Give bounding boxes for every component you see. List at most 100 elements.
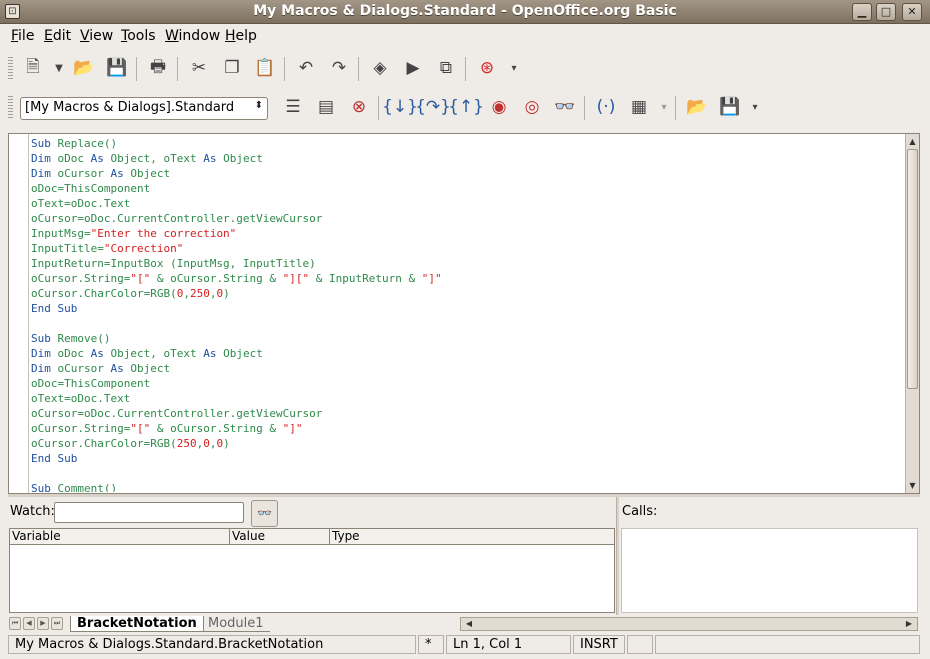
- watch-table-header: Variable Value Type: [10, 529, 614, 545]
- toolbar-grip[interactable]: [8, 96, 13, 120]
- horizontal-scrollbar[interactable]: ◀ ▶: [460, 617, 918, 631]
- code-line[interactable]: InputTitle="Correction": [31, 241, 906, 256]
- scroll-right-icon[interactable]: ▶: [903, 618, 915, 630]
- status-location: My Macros & Dialogs.Standard.BracketNota…: [8, 635, 416, 654]
- menu-file[interactable]: File: [11, 28, 34, 44]
- macro-organizer-icon[interactable]: ◈: [367, 55, 393, 81]
- code-token: & InputReturn &: [309, 272, 422, 285]
- run-icon[interactable]: ▶: [400, 55, 426, 81]
- library-select-value: [My Macros & Dialogs].Standard: [25, 100, 235, 115]
- code-line[interactable]: Sub Comment(): [31, 481, 906, 492]
- dropdown-arrow-icon[interactable]: ▼: [53, 55, 65, 81]
- basic-ide-icon[interactable]: ⧉: [433, 55, 459, 81]
- help-icon[interactable]: ⊛: [474, 55, 500, 81]
- tab-last-icon[interactable]: ⏭: [51, 617, 63, 630]
- code-line[interactable]: oDoc=ThisComponent: [31, 376, 906, 391]
- scroll-thumb[interactable]: [907, 149, 918, 389]
- code-token: InputReturn=InputBox (InputMsg, InputTit…: [31, 257, 316, 270]
- open-folder-icon[interactable]: 📂: [71, 55, 97, 81]
- save-icon[interactable]: 💾: [104, 55, 130, 81]
- code-token: 250: [189, 287, 210, 300]
- code-line[interactable]: InputMsg="Enter the correction": [31, 226, 906, 241]
- menu-view[interactable]: View: [80, 28, 113, 44]
- code-token: oCursor: [57, 167, 111, 180]
- watch-label: Watch:: [10, 504, 55, 519]
- paste-icon[interactable]: 📋: [252, 55, 278, 81]
- code-line[interactable]: [31, 466, 906, 481]
- cut-icon[interactable]: ✂: [186, 55, 212, 81]
- code-line[interactable]: Dim oDoc As Object, oText As Object: [31, 346, 906, 361]
- code-line[interactable]: End Sub: [31, 451, 906, 466]
- column-header-variable[interactable]: Variable: [10, 529, 230, 545]
- code-token: Sub: [31, 332, 58, 345]
- code-token: ): [223, 287, 230, 300]
- code-token: Object: [223, 152, 263, 165]
- code-line[interactable]: oCursor.CharColor=RGB(0,250,0): [31, 286, 906, 301]
- status-mode[interactable]: INSRT: [573, 635, 625, 654]
- code-line[interactable]: oText=oDoc.Text: [31, 391, 906, 406]
- scroll-up-icon[interactable]: ▲: [906, 135, 919, 148]
- code-line[interactable]: oText=oDoc.Text: [31, 196, 906, 211]
- code-line[interactable]: oCursor.CharColor=RGB(250,0,0): [31, 436, 906, 451]
- status-position: Ln 1, Col 1: [446, 635, 571, 654]
- code-token: oCursor: [57, 362, 111, 375]
- code-line[interactable]: oCursor=oDoc.CurrentController.getViewCu…: [31, 406, 906, 421]
- menu-tools[interactable]: Tools: [121, 28, 156, 44]
- code-line[interactable]: oCursor.String="[" & oCursor.String & "]…: [31, 421, 906, 436]
- scroll-left-icon[interactable]: ◀: [463, 618, 475, 630]
- vertical-splitter[interactable]: [616, 497, 619, 615]
- column-header-type[interactable]: Type: [330, 529, 614, 545]
- tab-prev-icon[interactable]: ◀: [23, 617, 35, 630]
- menu-help[interactable]: Help: [225, 28, 257, 44]
- title-bar[interactable]: ⊡ My Macros & Dialogs.Standard - OpenOff…: [0, 0, 930, 24]
- code-area[interactable]: Sub Replace() Dim oDoc As Object, oText A…: [31, 136, 906, 492]
- code-line[interactable]: [31, 316, 906, 331]
- code-token: oCursor.String=: [31, 272, 131, 285]
- code-line[interactable]: InputReturn=InputBox (InputMsg, InputTit…: [31, 256, 906, 271]
- code-token: As: [90, 347, 111, 360]
- remove-watch-button[interactable]: 👓: [251, 500, 278, 527]
- library-select[interactable]: [My Macros & Dialogs].Standard ⬍: [20, 97, 268, 120]
- breakpoint-gutter[interactable]: [9, 134, 29, 493]
- code-line[interactable]: oCursor=oDoc.CurrentController.getViewCu…: [31, 211, 906, 226]
- tab-next-icon[interactable]: ▶: [37, 617, 49, 630]
- menu-window[interactable]: Window: [165, 28, 220, 44]
- toolbar-overflow-icon[interactable]: ▾: [508, 55, 520, 81]
- print-icon[interactable]: 🖶: [145, 55, 171, 81]
- code-line[interactable]: Dim oCursor As Object: [31, 166, 906, 181]
- calls-list[interactable]: [621, 528, 918, 613]
- code-token: Object: [130, 362, 171, 375]
- redo-icon[interactable]: ↷: [326, 55, 352, 81]
- watch-table[interactable]: Variable Value Type: [9, 528, 615, 613]
- scroll-down-icon[interactable]: ▼: [906, 479, 919, 492]
- toolbar-separator: [136, 57, 137, 81]
- code-token: InputTitle=: [31, 242, 104, 255]
- code-token: As: [90, 152, 111, 165]
- code-line[interactable]: Sub Replace(): [31, 136, 906, 151]
- code-line[interactable]: Dim oCursor As Object: [31, 361, 906, 376]
- code-token: 0: [203, 437, 210, 450]
- tab-bracketnotation[interactable]: BracketNotation: [70, 616, 204, 632]
- tab-module1[interactable]: Module1: [202, 616, 270, 632]
- undo-icon[interactable]: ↶: [293, 55, 319, 81]
- code-token: & oCursor.String &: [150, 272, 283, 285]
- close-button[interactable]: ✕: [902, 3, 922, 21]
- code-line[interactable]: oDoc=ThisComponent: [31, 181, 906, 196]
- code-editor[interactable]: Sub Replace() Dim oDoc As Object, oText A…: [8, 133, 920, 494]
- code-line[interactable]: Dim oDoc As Object, oText As Object: [31, 151, 906, 166]
- code-token: As: [203, 347, 224, 360]
- menu-edit[interactable]: Edit: [44, 28, 71, 44]
- code-line[interactable]: oCursor.String="[" & oCursor.String & "]…: [31, 271, 906, 286]
- vertical-scrollbar[interactable]: ▲ ▼: [905, 134, 919, 493]
- code-line[interactable]: Sub Remove(): [31, 331, 906, 346]
- new-document-icon[interactable]: 🗎: [20, 55, 46, 81]
- code-line[interactable]: End Sub: [31, 301, 906, 316]
- maximize-button[interactable]: □: [876, 3, 896, 21]
- watch-input[interactable]: [54, 502, 244, 523]
- minimize-button[interactable]: ▁: [852, 3, 872, 21]
- toolbar-grip[interactable]: [8, 57, 13, 81]
- copy-icon[interactable]: ❐: [219, 55, 245, 81]
- column-header-value[interactable]: Value: [230, 529, 330, 545]
- tab-first-icon[interactable]: ⏮: [9, 617, 21, 630]
- code-token: "Correction": [103, 242, 184, 255]
